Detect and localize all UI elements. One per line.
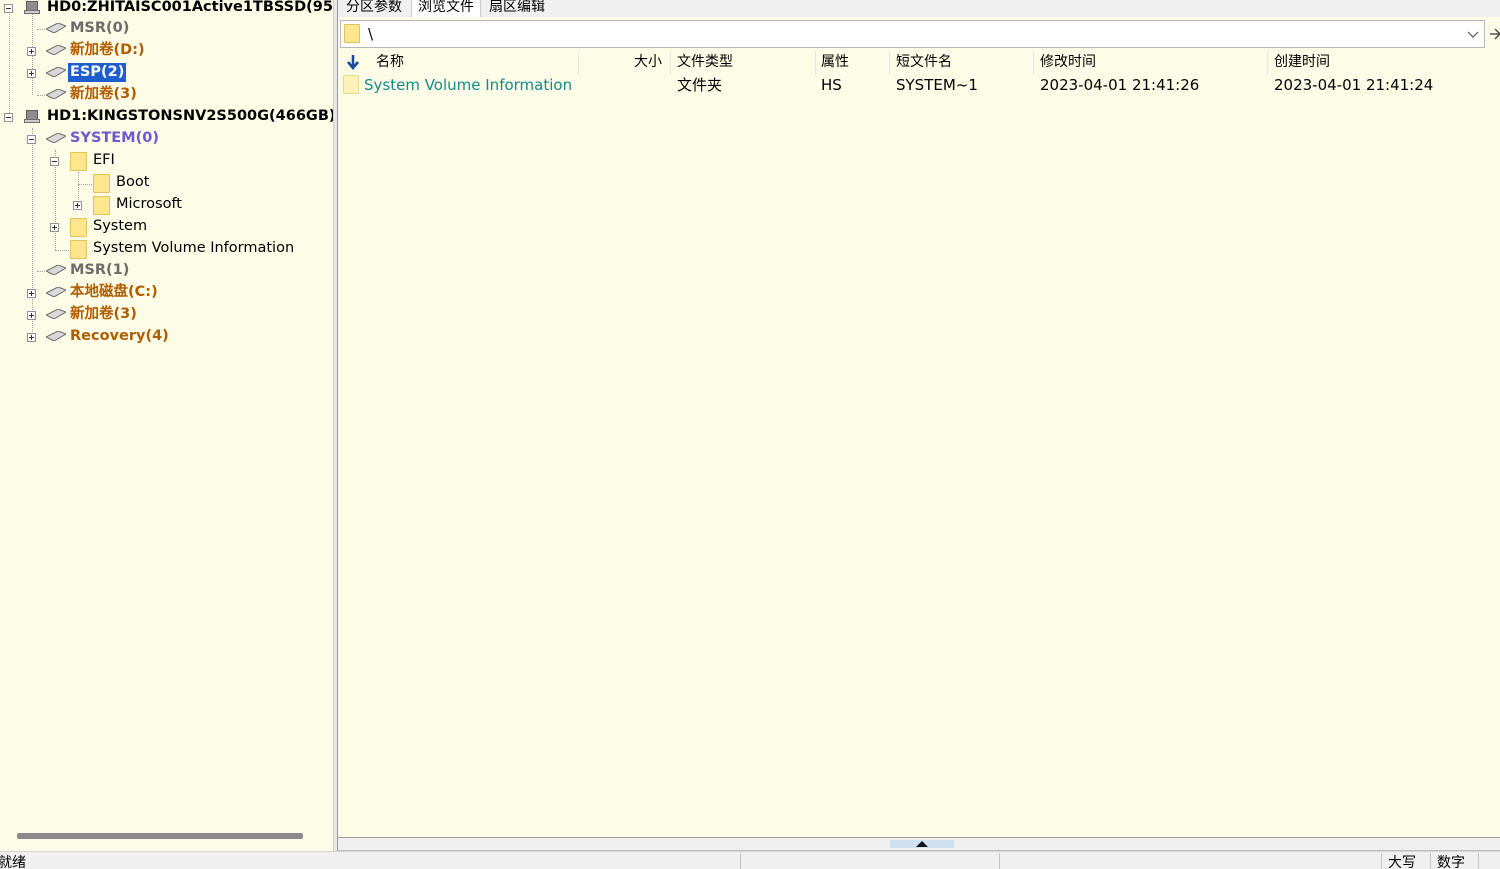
column-header-modified[interactable]: 修改时间 <box>1040 53 1096 72</box>
file-modified-time: 2023-04-01 21:41:26 <box>1040 76 1200 94</box>
file-short-name: SYSTEM~1 <box>896 76 978 94</box>
partition-icon <box>46 287 66 297</box>
column-header-type[interactable]: 文件类型 <box>677 53 733 72</box>
path-bar: \ <box>338 20 1500 49</box>
tree-node-microsoft[interactable]: Microsoft <box>0 194 333 216</box>
tree-label-hd1: HD1:KINGSTONSNV2S500G(466GB) <box>47 108 333 124</box>
go-arrow-icon[interactable] <box>1488 23 1500 45</box>
tree-node-msr1[interactable]: MSR(1) <box>0 260 333 282</box>
tree-node-volume-c[interactable]: 本地磁盘(C:) <box>0 282 333 304</box>
tree-node-system-folder[interactable]: System <box>0 216 333 238</box>
partition-icon <box>46 23 66 33</box>
partition-icon <box>46 89 66 99</box>
tree-label-boot: Boot <box>116 174 150 190</box>
tree-label-volume-d: 新加卷(D:) <box>70 42 145 58</box>
column-header-created[interactable]: 创建时间 <box>1274 53 1330 72</box>
column-header-name[interactable]: 名称 <box>376 53 404 72</box>
tree-node-msr0[interactable]: MSR(0) <box>0 18 333 40</box>
expand-icon[interactable] <box>27 311 36 320</box>
tree-node-esp2[interactable]: ESP(2) <box>0 62 333 84</box>
file-browser-pane: 分区参数 浏览文件 扇区编辑 \ 名称 大小 文件类型 属性 短文件名 修改时间… <box>338 0 1500 851</box>
tree-label-system-folder: System <box>93 218 148 234</box>
collapse-icon[interactable] <box>50 157 59 166</box>
collapse-icon[interactable] <box>4 113 13 122</box>
scrollbar-thumb[interactable] <box>17 833 303 839</box>
path-value: \ <box>368 25 374 43</box>
disk-tree-pane[interactable]: HD0:ZHITAISC001Active1TBSSD(954G MSR(0) … <box>0 0 333 851</box>
hard-disk-icon <box>24 0 40 14</box>
chevron-down-icon[interactable] <box>1466 27 1480 41</box>
partition-icon <box>46 265 66 275</box>
tab-browse-files[interactable]: 浏览文件 <box>411 0 481 17</box>
column-header-attributes[interactable]: 属性 <box>821 53 849 72</box>
file-created-time: 2023-04-01 21:41:24 <box>1274 76 1434 94</box>
app-window: HD0:ZHITAISC001Active1TBSSD(954G MSR(0) … <box>0 0 1500 869</box>
folder-icon <box>93 174 110 193</box>
expand-icon[interactable] <box>50 223 59 232</box>
file-row[interactable]: System Volume Information 文件夹 HS SYSTEM~… <box>338 74 1500 96</box>
hard-disk-icon <box>24 109 40 123</box>
status-message: 就绪 <box>0 855 26 869</box>
tree-label-msr0: MSR(0) <box>70 20 130 36</box>
partition-icon <box>46 309 66 319</box>
tree-label-svi: System Volume Information <box>93 240 295 256</box>
sort-down-arrow-icon[interactable] <box>346 54 360 71</box>
tree-node-volume-3[interactable]: 新加卷(3) <box>0 84 333 106</box>
tree-label-efi: EFI <box>93 152 115 168</box>
folder-icon <box>93 196 110 215</box>
chevron-up-icon <box>916 841 928 847</box>
file-list-header: 名称 大小 文件类型 属性 短文件名 修改时间 创建时间 <box>338 51 1500 74</box>
tree-label-system0: SYSTEM(0) <box>70 130 159 146</box>
expand-icon[interactable] <box>27 289 36 298</box>
file-type: 文件夹 <box>677 76 723 94</box>
column-header-size[interactable]: 大小 <box>634 53 662 72</box>
tree-node-hd1[interactable]: HD1:KINGSTONSNV2S500G(466GB) <box>0 106 333 128</box>
tree-label-hd0: HD0:ZHITAISC001Active1TBSSD(954G <box>47 0 333 15</box>
folder-icon <box>70 152 87 171</box>
tree-label-esp2: ESP(2) <box>68 63 127 82</box>
folder-icon <box>344 24 360 43</box>
status-num-lock: 数字 <box>1437 855 1465 869</box>
tree-node-volume-d[interactable]: 新加卷(D:) <box>0 40 333 62</box>
column-header-short-name[interactable]: 短文件名 <box>896 53 952 72</box>
tab-bar: 分区参数 浏览文件 扇区编辑 <box>338 0 1500 17</box>
tab-sector-edit[interactable]: 扇区编辑 <box>483 0 551 17</box>
tree-label-msr1: MSR(1) <box>70 262 130 278</box>
tree-node-hd0[interactable]: HD0:ZHITAISC001Active1TBSSD(954G <box>0 0 333 19</box>
tree-label-microsoft: Microsoft <box>116 196 182 212</box>
tree-horizontal-scrollbar[interactable] <box>0 826 333 844</box>
splitter-grip[interactable] <box>890 840 954 848</box>
tree-label-volume-c: 本地磁盘(C:) <box>70 284 158 300</box>
partition-icon <box>46 133 66 143</box>
bottom-panel-splitter[interactable] <box>338 837 1500 851</box>
tree-label-volume-3: 新加卷(3) <box>70 86 137 102</box>
path-combobox[interactable]: \ <box>340 20 1485 48</box>
tab-partition-params[interactable]: 分区参数 <box>340 0 408 17</box>
file-attributes: HS <box>821 76 842 94</box>
file-name: System Volume Information <box>364 76 573 94</box>
folder-icon <box>70 240 87 259</box>
partition-icon <box>46 67 66 77</box>
collapse-icon[interactable] <box>4 4 13 13</box>
expand-icon[interactable] <box>27 47 36 56</box>
tree-node-hd1-volume-3[interactable]: 新加卷(3) <box>0 304 333 326</box>
status-bar: 就绪 大写 数字 <box>0 851 1500 869</box>
expand-icon[interactable] <box>27 333 36 342</box>
tree-label-recovery4: Recovery(4) <box>70 328 169 344</box>
tree-node-svi[interactable]: System Volume Information <box>0 238 333 260</box>
folder-icon <box>343 75 359 94</box>
tree-node-efi[interactable]: EFI <box>0 150 333 172</box>
expand-icon[interactable] <box>27 69 36 78</box>
partition-icon <box>46 45 66 55</box>
tree-node-boot[interactable]: Boot <box>0 172 333 194</box>
tree-label-hd1-volume-3: 新加卷(3) <box>70 306 137 322</box>
folder-icon <box>70 218 87 237</box>
partition-icon <box>46 331 66 341</box>
tree-node-system0[interactable]: SYSTEM(0) <box>0 128 333 150</box>
collapse-icon[interactable] <box>27 135 36 144</box>
expand-icon[interactable] <box>73 201 82 210</box>
status-caps-lock: 大写 <box>1388 855 1416 869</box>
tree-node-recovery4[interactable]: Recovery(4) <box>0 326 333 348</box>
